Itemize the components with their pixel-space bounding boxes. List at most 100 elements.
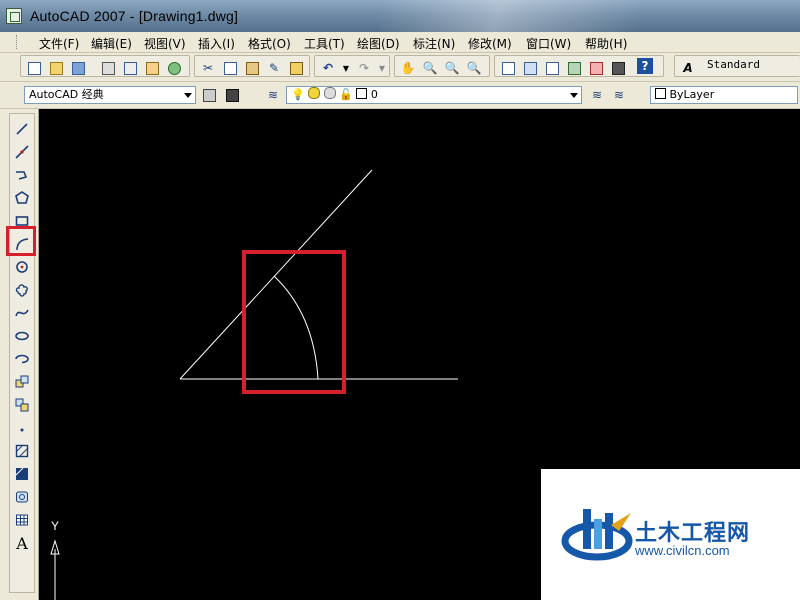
circle-icon[interactable] (13, 258, 31, 276)
window-title: AutoCAD 2007 - [Drawing1.dwg] (30, 8, 239, 24)
sheet-set-manager-icon[interactable] (565, 59, 583, 77)
undo-dropdown-icon[interactable]: ▼ (337, 59, 355, 77)
polygon-icon[interactable] (13, 189, 31, 207)
text-style-icon[interactable]: A (679, 59, 697, 77)
color-combo[interactable]: ByLayer (650, 86, 798, 104)
menu-file[interactable]: 文件(F) (39, 35, 79, 52)
plot-preview-icon[interactable] (121, 59, 139, 77)
table-icon[interactable] (13, 511, 31, 529)
tool-palettes-icon[interactable] (543, 59, 561, 77)
layer-vp-freeze-icon (323, 87, 336, 99)
chevron-down-icon (570, 93, 578, 98)
hatch-icon[interactable] (13, 442, 31, 460)
menu-view[interactable]: 视图(V) (144, 35, 186, 52)
markup-set-manager-icon[interactable] (587, 59, 605, 77)
menu-dimension[interactable]: 标注(N) (413, 35, 455, 52)
design-center-icon[interactable] (521, 59, 539, 77)
menu-edit[interactable]: 编辑(E) (91, 35, 132, 52)
redo-dropdown-icon[interactable]: ▼ (373, 59, 391, 77)
redo-icon[interactable]: ↷ (355, 59, 373, 77)
draw-toolbar-panel: A (0, 109, 39, 600)
menu-format[interactable]: 格式(O) (248, 35, 291, 52)
ucs-y-label: Y (51, 519, 59, 533)
layer-thaw-icon (308, 87, 321, 99)
chevron-down-icon (184, 93, 192, 98)
menu-draw[interactable]: 绘图(D) (357, 35, 400, 52)
palettes-toolbar-group: ? (494, 55, 664, 77)
insert-block-icon[interactable] (13, 373, 31, 391)
line-icon-svg (16, 123, 28, 135)
open-icon[interactable] (47, 59, 65, 77)
arc-tool-highlight (6, 226, 36, 256)
text-style-combo[interactable]: Standard (703, 57, 799, 75)
spline-icon[interactable] (13, 304, 31, 322)
color-value: ByLayer (669, 88, 715, 101)
make-object-layer-current-icon[interactable]: ≋ (588, 86, 606, 104)
edit-toolbar-group: ✂ ✎ (194, 55, 310, 77)
menu-insert[interactable]: 插入(I) (198, 35, 235, 52)
watermark: 土木工程网 www.civilcn.com (541, 469, 800, 600)
ellipse-arc-icon[interactable] (13, 350, 31, 368)
pan-realtime-icon[interactable]: ✋ (399, 59, 417, 77)
copy-icon[interactable] (221, 59, 239, 77)
undo-icon[interactable]: ↶ (319, 59, 337, 77)
ellipse-icon[interactable] (13, 327, 31, 345)
view-toolbar-group: ✋ 🔍 🔍 🔍 (394, 55, 490, 77)
new-icon[interactable] (25, 59, 43, 77)
block-editor-icon[interactable] (287, 59, 305, 77)
menu-tools[interactable]: 工具(T) (304, 35, 345, 52)
menu-bar-grip[interactable] (16, 35, 20, 49)
workspace-combo[interactable]: AutoCAD 经典 (24, 86, 196, 104)
gradient-icon[interactable] (13, 465, 31, 483)
standard-toolbar-row: ✂ ✎ ↶ ▼ ↷ ▼ ✋ 🔍 🔍 🔍 ? A Standard (0, 53, 800, 82)
cut-icon[interactable]: ✂ (199, 59, 217, 77)
3d-dwf-icon[interactable] (165, 59, 183, 77)
match-properties-icon[interactable]: ✎ (265, 59, 283, 77)
title-bar-sheen (380, 0, 640, 32)
quickcalc-icon[interactable] (609, 59, 627, 77)
layer-name-value: 0 (370, 88, 378, 101)
paste-icon[interactable] (243, 59, 261, 77)
arc-highlight-box (242, 250, 346, 394)
watermark-logo-icon (561, 509, 633, 561)
revision-cloud-icon[interactable] (13, 281, 31, 299)
point-icon[interactable] (13, 419, 31, 437)
zoom-previous-icon[interactable]: 🔍 (465, 59, 483, 77)
layer-lock-icon: 🔓 (339, 88, 353, 101)
layer-properties-icon[interactable]: ≋ (264, 86, 282, 104)
properties-icon[interactable] (499, 59, 517, 77)
layer-on-icon: 💡 (291, 88, 305, 101)
workspace-settings-icon[interactable] (200, 86, 218, 104)
layers-toolbar-row: AutoCAD 经典 ≋ 💡 🔓 0 ≋ ≋ ByLayer (0, 82, 800, 109)
menu-window[interactable]: 窗口(W) (526, 35, 571, 52)
help-icon[interactable]: ? (637, 58, 653, 74)
publish-icon[interactable] (143, 59, 161, 77)
layer-color-swatch (356, 88, 368, 99)
multiline-text-icon[interactable]: A (13, 534, 31, 553)
autocad-app-icon[interactable] (6, 8, 22, 24)
zoom-window-icon[interactable]: 🔍 (443, 59, 461, 77)
menu-modify[interactable]: 修改(M) (468, 35, 512, 52)
plot-icon[interactable] (99, 59, 117, 77)
region-icon[interactable] (13, 488, 31, 506)
menu-help[interactable]: 帮助(H) (585, 35, 627, 52)
title-bar: AutoCAD 2007 - [Drawing1.dwg] (0, 0, 800, 32)
watermark-url: www.civilcn.com (635, 543, 730, 558)
layer-combo[interactable]: 💡 🔓 0 (286, 86, 582, 104)
save-icon[interactable] (69, 59, 87, 77)
polyline-icon[interactable] (13, 166, 31, 184)
make-block-icon[interactable] (13, 396, 31, 414)
workspace-value: AutoCAD 经典 (29, 88, 104, 101)
layer-previous-icon[interactable]: ≋ (610, 86, 628, 104)
save-workspace-icon[interactable] (223, 86, 241, 104)
style-toolbar-group: A Standard (674, 55, 800, 77)
drawn-arc[interactable] (273, 275, 319, 380)
draw-toolbar: A (9, 113, 35, 593)
color-swatch (655, 88, 666, 99)
zoom-realtime-icon[interactable]: 🔍 (421, 59, 439, 77)
undo-toolbar-group: ↶ ▼ ↷ ▼ (314, 55, 390, 77)
line-icon[interactable] (13, 120, 31, 138)
construction-line-icon[interactable] (13, 143, 31, 161)
menu-bar: 文件(F) 编辑(E) 视图(V) 插入(I) 格式(O) 工具(T) 绘图(D… (0, 32, 800, 53)
text-style-value: Standard (707, 58, 760, 71)
